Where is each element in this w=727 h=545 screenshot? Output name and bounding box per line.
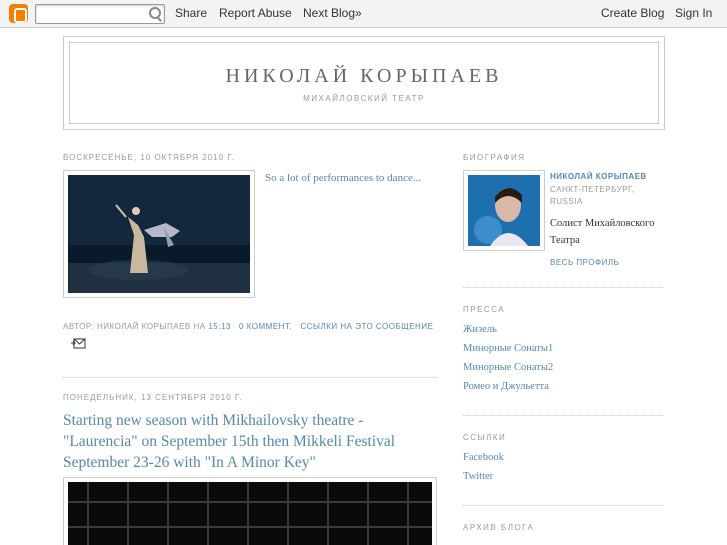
create-blog-link[interactable]: Create Blog [601,6,664,20]
profile-location: САНКТ-ПЕТЕРБУРГ, RUSSIA [550,185,635,206]
post-photo[interactable] [63,170,255,298]
post-photo[interactable] [63,477,437,545]
sidebar-separator [463,287,663,288]
avatar [468,175,540,246]
next-blog-link[interactable]: Next Blog» [303,6,362,20]
facebook-link[interactable]: Facebook [463,452,504,463]
blogger-logo-icon[interactable] [9,4,28,23]
post-backlinks-link[interactable]: ССЫЛКИ НА ЭТО СООБЩЕНИЕ [300,322,433,331]
sidebar-heading-press: ПРЕССА [463,305,506,314]
press-link-minor-sonatas-2[interactable]: Минорные Сонаты2 [463,362,553,373]
profile-name-link[interactable]: НИКОЛАЙ КОРЫПАЕВ [550,172,647,181]
post-date-header: ПОНЕДЕЛЬНИК, 13 СЕНТЯБРЯ 2010 Г. [63,393,243,402]
blog-header-inner: НИКОЛАЙ КОРЫПАЕВ МИХАЙЛОВСКИЙ ТЕАТР [69,42,659,124]
email-post-icon[interactable] [71,338,86,349]
sidebar-separator [463,505,663,506]
profile-about: Солист Михайловского Театра [550,218,655,246]
blog-title[interactable]: НИКОЛАЙ КОРЫПАЕВ [70,65,658,88]
post-timestamp-link[interactable]: 15:13 [208,322,231,331]
press-link-romeo-juliet[interactable]: Ромео и Джульетта [463,381,549,392]
twitter-link[interactable]: Twitter [463,471,493,482]
post-body-snippet: So a lot of performances to dance... [265,172,422,184]
post-separator [63,377,437,378]
post-author: АВТОР: НИКОЛАЙ КОРЫПАЕВ НА [63,322,206,331]
post-title-link[interactable]: Starting new season with Mikhailovsky th… [63,410,438,473]
share-link[interactable]: Share [175,6,207,20]
blogger-navbar: Share Report Abuse Next Blog» Create Blo… [0,0,727,28]
blog-description: МИХАЙЛОВСКИЙ ТЕАТР [303,94,425,103]
sidebar-heading-archive: АРХИВ БЛОГА [463,523,535,532]
post-date-header: ВОСКРЕСЕНЬЕ, 10 ОКТЯБРЯ 2010 Г. [63,153,235,162]
search-input[interactable] [35,4,165,24]
sidebar-separator [463,415,663,416]
sidebar-heading-links: ССЫЛКИ [463,433,507,442]
post-footer: АВТОР: НИКОЛАЙ КОРЫПАЕВ НА 15:13 0 КОММЕ… [63,322,433,331]
search-icon[interactable] [147,6,163,22]
blog-header: НИКОЛАЙ КОРЫПАЕВ МИХАЙЛОВСКИЙ ТЕАТР [63,36,665,130]
sidebar-heading-bio: БИОГРАФИЯ [463,153,526,162]
ballet-stage-photo [68,175,250,293]
sign-in-link[interactable]: Sign In [675,6,712,20]
stage-photo [68,482,432,545]
post-comments-link[interactable]: 0 КОММЕНТ. [239,322,292,331]
profile-photo[interactable] [463,170,545,251]
report-abuse-link[interactable]: Report Abuse [219,6,292,20]
press-link-minor-sonatas-1[interactable]: Минорные Сонаты1 [463,343,553,354]
press-link-giselle[interactable]: Жизель [463,324,497,335]
full-profile-link[interactable]: ВЕСЬ ПРОФИЛЬ [550,258,619,267]
